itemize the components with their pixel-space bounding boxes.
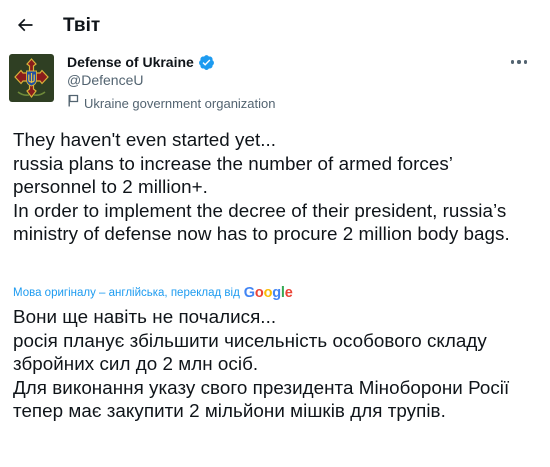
more-horizontal-icon [510,60,515,64]
translated-tweet-text: Вони ще навіть не почалися... росія план… [13,306,510,421]
top-bar: Твіт [0,0,550,50]
google-logo: Google [243,285,293,301]
arrow-left-icon [17,18,33,32]
back-button[interactable] [8,8,42,42]
flag-icon [67,94,79,112]
tweet-text: They haven't even started yet... russia … [13,129,510,244]
more-options-button[interactable] [508,52,530,72]
author-name[interactable]: Defense of Ukraine [67,54,194,70]
verified-badge-icon [198,54,215,71]
government-label: Ukraine government organization [67,94,276,112]
translation-note[interactable]: Мова оригіналу – англійська, переклад ві… [13,287,240,299]
author-handle[interactable]: @DefenceU [67,72,143,88]
ukraine-defense-emblem [9,54,54,102]
translation-attribution[interactable]: Мова оригіналу – англійська, переклад ві… [13,284,293,302]
government-label-text: Ukraine government organization [84,95,276,111]
page-title: Твіт [63,15,101,36]
author-name-row: Defense of Ukraine [67,52,215,72]
avatar[interactable] [9,54,54,102]
